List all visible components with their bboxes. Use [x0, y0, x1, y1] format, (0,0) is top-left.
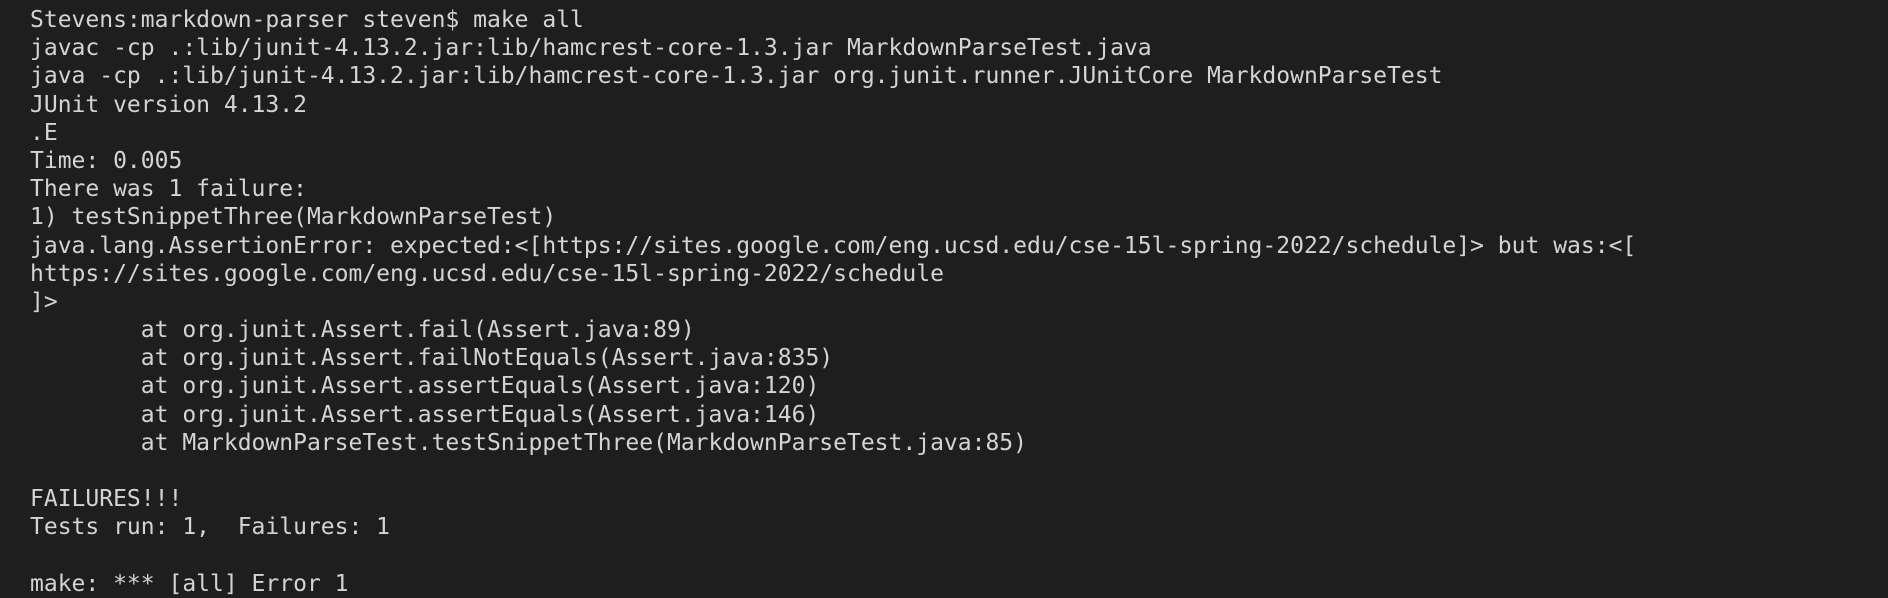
output-line-assertion-error: java.lang.AssertionError: expected:<[htt… — [30, 232, 1637, 259]
prompt-command-line: Stevens:markdown-parser steven$ make all — [30, 7, 584, 33]
output-line-java-run: java -cp .:lib/junit-4.13.2.jar:lib/hamc… — [30, 63, 1443, 90]
output-line-make-error: make: *** [all] Error 1 — [30, 570, 349, 597]
output-line-failure-count: There was 1 failure: — [30, 176, 307, 203]
output-line-junit-version: JUnit version 4.13.2 — [30, 91, 307, 118]
output-line-test-summary: Tests run: 1, Failures: 1 — [30, 514, 391, 541]
stack-trace-line: at MarkdownParseTest.testSnippetThree(Ma… — [30, 429, 1027, 456]
output-line-failures-banner: FAILURES!!! — [30, 486, 183, 513]
stack-trace-line: at org.junit.Assert.fail(Assert.java:89) — [30, 317, 695, 344]
output-line-actual-value-end: ]> — [30, 288, 58, 315]
output-line-javac: javac -cp .:lib/junit-4.13.2.jar:lib/ham… — [30, 35, 1152, 62]
output-line-failed-test: 1) testSnippetThree(MarkdownParseTest) — [30, 204, 557, 231]
output-line-time: Time: 0.005 — [30, 147, 183, 174]
output-line-actual-value: https://sites.google.com/eng.ucsd.edu/cs… — [30, 260, 944, 287]
stack-trace-line: at org.junit.Assert.failNotEquals(Assert… — [30, 345, 834, 372]
stack-trace-line: at org.junit.Assert.assertEquals(Assert.… — [30, 373, 820, 400]
terminal-window[interactable]: Stevens:markdown-parser steven$ make all… — [0, 0, 1888, 598]
stack-trace-line: at org.junit.Assert.assertEquals(Assert.… — [30, 401, 820, 428]
output-line-test-progress: .E — [30, 119, 58, 146]
